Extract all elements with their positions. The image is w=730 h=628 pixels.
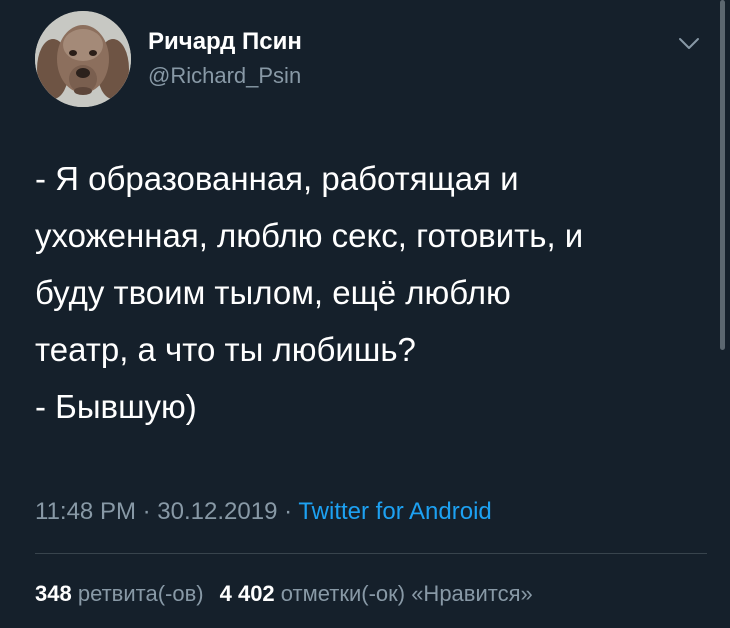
tweet-time[interactable]: 11:48 PM: [35, 498, 136, 525]
tweet-text-line: - Бывшую): [35, 388, 197, 425]
scrollbar[interactable]: [720, 0, 725, 350]
dog-avatar-icon: [35, 11, 131, 107]
likes-count: 4 402: [219, 581, 275, 606]
author-handle[interactable]: @Richard_Psin: [148, 63, 301, 89]
chevron-down-icon[interactable]: [677, 36, 701, 52]
tweet-text-line: - Я образованная, работящая и: [35, 160, 519, 197]
retweets-count: 348: [35, 581, 72, 606]
tweet-text: - Я образованная, работящая и ухоженная,…: [35, 150, 695, 435]
tweet-text-line: ухоженная, люблю секс, готовить, и: [35, 217, 584, 254]
tweet-card: Ричард Псин @Richard_Psin - Я образованн…: [0, 0, 730, 628]
retweets-stat[interactable]: 348 ретвита(-ов): [35, 581, 204, 606]
likes-stat[interactable]: 4 402 отметки(-ок) «Нравится»: [220, 581, 533, 606]
tweet-stats: 348 ретвита(-ов) 4 402 отметки(-ок) «Нрав…: [35, 581, 533, 607]
meta-separator: ·: [142, 498, 151, 525]
retweets-label: ретвита(-ов): [77, 581, 204, 606]
avatar[interactable]: [35, 11, 131, 107]
likes-label: отметки(-ок) «Нравится»: [280, 581, 533, 606]
meta-separator: ·: [284, 498, 293, 525]
tweet-meta: 11:48 PM · 30.12.2019 · Twitter for Andr…: [35, 498, 492, 526]
tweet-source-link[interactable]: Twitter for Android: [298, 498, 491, 525]
tweet-text-line: театр, а что ты любишь?: [35, 331, 416, 368]
author-display-name[interactable]: Ричард Псин: [148, 28, 302, 56]
tweet-text-line: буду твоим тылом, ещё люблю: [35, 274, 511, 311]
tweet-date[interactable]: 30.12.2019: [157, 498, 277, 525]
divider: [35, 553, 707, 554]
